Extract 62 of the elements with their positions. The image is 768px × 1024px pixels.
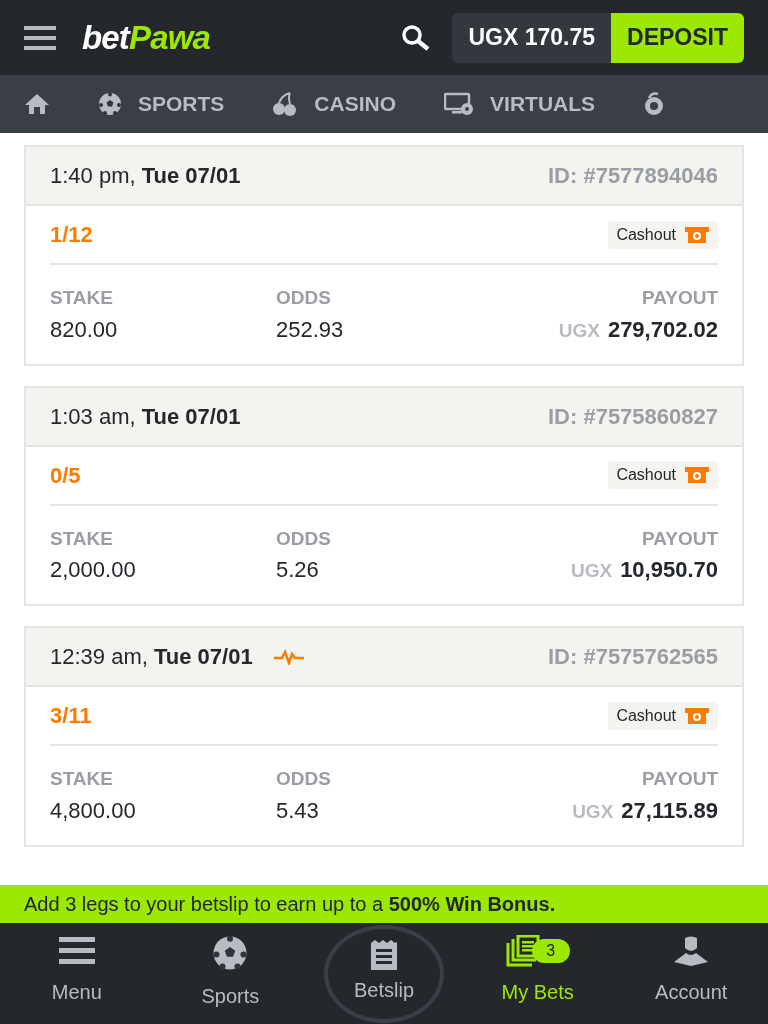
odds-value: 5.26 <box>276 556 320 584</box>
cashout-button[interactable]: Cashout <box>608 220 718 249</box>
payout-label: PAYOUT <box>641 767 718 791</box>
wheel-icon[interactable] <box>643 92 666 116</box>
bottom-nav-item[interactable]: Betslip <box>324 925 444 1023</box>
monitor-ball-icon <box>444 92 475 116</box>
currency: UGX <box>572 799 614 824</box>
count-badge: 3 <box>531 939 570 963</box>
stake-value: 820.00 <box>50 315 119 344</box>
cashout-button[interactable]: Cashout <box>608 461 718 489</box>
odds-label: ODDS <box>276 526 331 551</box>
bet-id: ID: #7575860827 <box>547 402 718 431</box>
bottom-nav-item[interactable]: Menu <box>51 923 102 1007</box>
stacked-tickets-icon <box>505 935 542 967</box>
odds-label: ODDS <box>276 767 331 791</box>
payout-value: 279,702.02 <box>607 315 718 344</box>
cash-icon <box>684 225 710 244</box>
bonus-text: Add 3 legs to your betslip to earn up to a 500% Win Bonus. <box>24 892 556 917</box>
odds-value: 5.43 <box>276 796 320 825</box>
home-icon[interactable] <box>24 92 50 116</box>
menu-icon[interactable] <box>24 24 56 51</box>
bet-id: ID: #7577894046 <box>547 162 718 190</box>
cash-icon <box>684 706 710 725</box>
bet-time: 1:03 am, Tue 07/01 <box>50 402 241 431</box>
bet-card[interactable]: 1:40 pm, Tue 07/01 ID: #7577894046 1/12 Cashout STAKE 820.00 ODDS 252.93 PAYOUT UGX 279,702.02 <box>24 145 744 366</box>
currency: UGX <box>570 559 613 583</box>
soccer-ball-icon <box>98 92 122 116</box>
currency: UGX <box>558 318 600 343</box>
bet-time: 1:40 pm, Tue 07/01 <box>50 162 241 190</box>
bottom-nav-item[interactable]: Account <box>655 923 728 1007</box>
receipt-icon <box>369 939 399 971</box>
cherries-icon <box>272 91 299 117</box>
nav-tab[interactable]: SPORTS <box>98 88 225 120</box>
legs-won: 0/5 <box>50 461 81 490</box>
logo[interactable]: betPawa <box>82 21 211 54</box>
balance: UGX 170.75 <box>467 23 597 53</box>
bet-card[interactable]: 1:03 am, Tue 07/01 ID: #7575860827 0/5 Cashout STAKE 2,000.00 ODDS 5.26 PAYOUT UGX 10,950.70 <box>24 385 744 606</box>
nav-tab[interactable]: CASINO <box>272 88 397 120</box>
payout-label: PAYOUT <box>641 286 718 310</box>
stake-label: STAKE <box>50 526 114 551</box>
bet-id: ID: #7575762565 <box>547 643 718 671</box>
menu-icon <box>56 935 97 967</box>
nav-tab[interactable]: VIRTUALS <box>444 88 596 120</box>
cashout-button[interactable]: Cashout <box>608 701 718 730</box>
soccer-ball-icon <box>212 935 249 971</box>
bet-card[interactable]: 12:39 am, Tue 07/01 ID: #7575762565 3/11 Cashout STAKE 4,800.00 ODDS 5.43 PAYOUT UGX 27,115.89 <box>24 626 744 847</box>
stake-label: STAKE <box>50 286 114 310</box>
deposit-button[interactable]: DEPOSIT <box>611 12 744 63</box>
legs-won: 3/11 <box>50 702 92 730</box>
legs-won: 1/12 <box>50 221 93 249</box>
bottom-nav-item[interactable]: Sports <box>201 923 260 1011</box>
payout-value: 10,950.70 <box>620 556 718 584</box>
payout-label: PAYOUT <box>641 526 718 551</box>
bottom-nav-item[interactable]: 3 My Bets <box>501 923 574 1007</box>
stake-value: 2,000.00 <box>50 556 137 584</box>
bet-time: 12:39 am, Tue 07/01 <box>50 643 253 671</box>
payout-value: 27,115.89 <box>621 796 718 825</box>
odds-label: ODDS <box>276 286 332 310</box>
cash-icon <box>684 466 710 484</box>
stake-label: STAKE <box>50 767 114 791</box>
stake-value: 4,800.00 <box>50 796 137 825</box>
odds-value: 252.93 <box>276 315 344 344</box>
